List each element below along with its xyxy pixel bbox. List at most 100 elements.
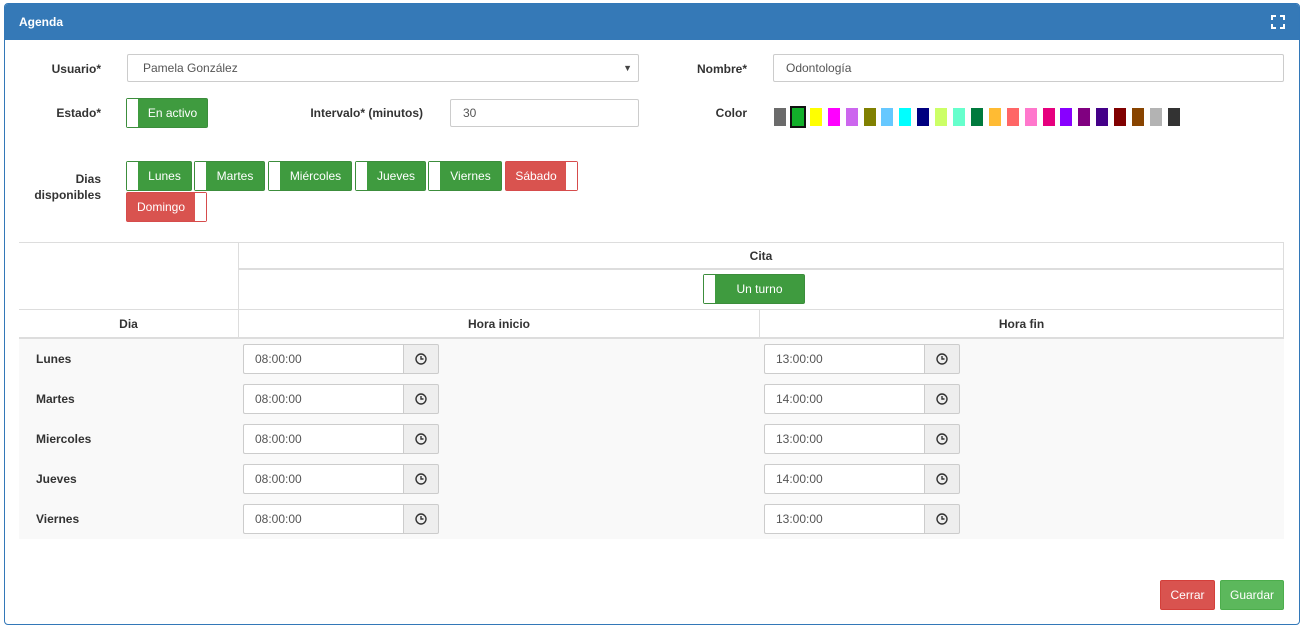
clock-icon[interactable] xyxy=(924,344,960,374)
day-toggle-label: Martes xyxy=(206,162,264,190)
cita-header: Cita xyxy=(749,249,773,263)
nombre-label: Nombre* xyxy=(696,62,747,76)
clock-icon[interactable] xyxy=(924,384,960,414)
table-top-border xyxy=(19,242,1284,243)
hora-fin-input[interactable]: 13:00:00 xyxy=(764,504,924,534)
day-toggle-label: Domingo xyxy=(127,193,195,221)
day-toggle[interactable]: Miércoles xyxy=(268,161,352,191)
day-toggle[interactable]: Lunes xyxy=(126,161,192,191)
usuario-select[interactable]: Pamela González ▼ xyxy=(127,54,639,82)
color-swatch[interactable] xyxy=(1006,108,1019,126)
color-swatch[interactable] xyxy=(863,108,876,126)
color-swatch[interactable] xyxy=(1060,108,1073,126)
color-swatch[interactable] xyxy=(1024,108,1037,126)
table-row xyxy=(19,459,1284,500)
color-swatch[interactable] xyxy=(1096,108,1109,126)
row-day-label: Jueves xyxy=(36,472,77,486)
clock-icon[interactable] xyxy=(924,504,960,534)
color-swatch[interactable] xyxy=(1042,108,1055,126)
color-swatch[interactable] xyxy=(1167,108,1180,126)
header-divider xyxy=(19,309,1284,310)
row-day-label: Miercoles xyxy=(36,432,92,446)
day-toggle[interactable]: Sábado xyxy=(505,161,578,191)
dia-header: Dia xyxy=(119,317,138,331)
clock-icon[interactable] xyxy=(403,504,439,534)
color-swatch[interactable] xyxy=(1132,108,1144,126)
toggle-knob xyxy=(127,99,138,127)
toggle-knob xyxy=(356,162,367,190)
toggle-knob xyxy=(429,162,440,190)
day-toggle-label: Lunes xyxy=(138,162,191,190)
toggle-knob xyxy=(195,162,206,190)
hora-fin-input[interactable]: 13:00:00 xyxy=(764,424,924,454)
hora-fin-input[interactable]: 14:00:00 xyxy=(764,384,924,414)
hora-inicio-input[interactable]: 08:00:00 xyxy=(243,504,403,534)
day-toggle[interactable]: Domingo xyxy=(126,192,207,222)
color-swatch[interactable] xyxy=(935,108,948,126)
usuario-value: Pamela González xyxy=(143,61,238,75)
color-swatch[interactable] xyxy=(970,108,983,126)
day-toggle[interactable]: Viernes xyxy=(428,161,502,191)
turno-toggle[interactable]: Un turno xyxy=(703,274,805,304)
toggle-knob xyxy=(127,162,138,190)
hora-inicio-input[interactable]: 08:00:00 xyxy=(243,424,403,454)
toggle-knob xyxy=(566,162,577,190)
panel-header: Agenda xyxy=(5,4,1299,40)
row-day-label: Lunes xyxy=(36,352,72,366)
dias-label: Dias disponibles xyxy=(34,172,101,202)
row-day-label: Viernes xyxy=(36,512,80,526)
clock-icon[interactable] xyxy=(924,464,960,494)
color-swatch[interactable] xyxy=(827,108,840,126)
expand-icon[interactable] xyxy=(1271,15,1285,29)
clock-icon[interactable] xyxy=(403,384,439,414)
day-toggle-label: Jueves xyxy=(367,162,425,190)
color-swatch[interactable] xyxy=(953,108,965,126)
color-swatch[interactable] xyxy=(774,108,786,126)
hora-fin-input[interactable]: 14:00:00 xyxy=(764,464,924,494)
hora-inicio-input[interactable]: 08:00:00 xyxy=(243,464,403,494)
estado-toggle-label: En activo xyxy=(138,99,207,127)
color-swatch[interactable] xyxy=(899,108,912,126)
color-swatch[interactable] xyxy=(809,108,822,126)
clock-icon[interactable] xyxy=(403,424,439,454)
estado-toggle[interactable]: En activo xyxy=(126,98,208,128)
toggle-knob xyxy=(195,193,206,221)
table-row xyxy=(19,339,1284,380)
intervalo-input[interactable]: 30 xyxy=(450,99,639,127)
intervalo-label: Intervalo* (minutos) xyxy=(310,106,423,120)
color-label: Color xyxy=(715,106,747,120)
color-swatch[interactable] xyxy=(881,108,894,126)
hora-inicio-input[interactable]: 08:00:00 xyxy=(243,344,403,374)
color-swatch[interactable] xyxy=(917,108,930,126)
day-toggle-label: Miércoles xyxy=(280,162,351,190)
nombre-input[interactable]: Odontología xyxy=(773,54,1284,82)
color-swatch[interactable] xyxy=(988,108,1001,126)
hora-fin-input[interactable]: 13:00:00 xyxy=(764,344,924,374)
guardar-button[interactable]: Guardar xyxy=(1220,580,1284,610)
table-row xyxy=(19,379,1284,420)
clock-icon[interactable] xyxy=(403,344,439,374)
hora-fin-header: Hora fin xyxy=(998,317,1045,331)
usuario-label: Usuario* xyxy=(51,62,101,76)
day-toggle[interactable]: Jueves xyxy=(355,161,426,191)
color-swatch[interactable] xyxy=(1114,108,1127,126)
color-swatch[interactable] xyxy=(1078,108,1091,126)
agenda-panel: Agenda Usuario* Pamela González ▼ Nombre… xyxy=(4,3,1300,625)
clock-icon[interactable] xyxy=(403,464,439,494)
row-day-label: Martes xyxy=(36,392,75,406)
day-toggle-label: Sábado xyxy=(506,162,566,190)
hora-inicio-input[interactable]: 08:00:00 xyxy=(243,384,403,414)
nombre-value: Odontología xyxy=(786,61,852,75)
color-swatch[interactable] xyxy=(1149,108,1162,126)
chevron-down-icon: ▼ xyxy=(623,63,632,73)
day-toggle[interactable]: Martes xyxy=(194,161,265,191)
clock-icon[interactable] xyxy=(924,424,960,454)
table-row xyxy=(19,499,1284,539)
color-swatch[interactable] xyxy=(789,106,806,128)
intervalo-value: 30 xyxy=(463,106,477,120)
hora-inicio-header: Hora inicio xyxy=(467,317,530,331)
toggle-knob xyxy=(269,162,280,190)
estado-label: Estado* xyxy=(56,106,101,120)
color-swatch[interactable] xyxy=(845,108,858,126)
cerrar-button[interactable]: Cerrar xyxy=(1160,580,1215,610)
